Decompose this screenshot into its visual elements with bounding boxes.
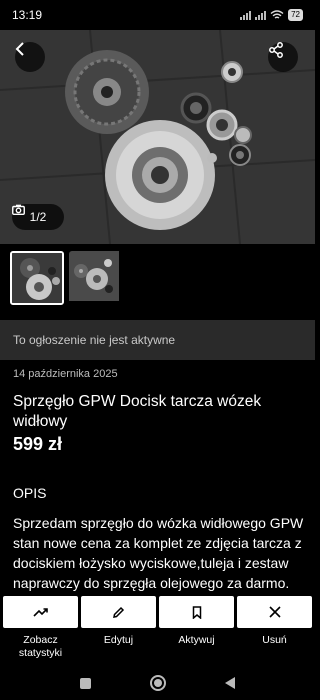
- close-icon: [268, 606, 281, 618]
- inactive-notice: To ogłoszenie nie jest aktywne: [0, 320, 315, 360]
- listing-price: 599 zł: [13, 434, 63, 454]
- activate-label: Aktywuj: [178, 634, 215, 646]
- stats-action: Zobacz statystyki: [3, 596, 78, 666]
- recent-apps-icon[interactable]: [79, 677, 91, 689]
- back-button[interactable]: [15, 42, 45, 72]
- photo-counter-text: 1/2: [29, 210, 47, 224]
- main-photo[interactable]: 1/2: [0, 30, 315, 244]
- edit-button[interactable]: [81, 596, 156, 628]
- edit-label: Edytuj: [103, 634, 134, 646]
- delete-action: Usuń: [237, 596, 312, 666]
- delete-button[interactable]: [237, 596, 312, 628]
- trending-up-icon: [32, 608, 48, 617]
- share-icon: [269, 42, 283, 58]
- pencil-icon: [113, 606, 125, 618]
- activate-button[interactable]: [159, 596, 234, 628]
- inactive-notice-text: To ogłoszenie nie jest aktywne: [13, 333, 176, 347]
- thumbnail-1[interactable]: [10, 251, 64, 305]
- wifi-icon: [270, 10, 284, 19]
- thumbnail-2-image: [69, 251, 119, 301]
- home-icon[interactable]: [149, 675, 166, 691]
- battery-indicator: 72: [288, 9, 303, 21]
- edit-action: Edytuj: [81, 596, 156, 666]
- status-icons: 72: [240, 9, 303, 21]
- share-button[interactable]: [268, 42, 298, 72]
- listing-title: Sprzęgło GPW Docisk tarcza wózek widłowy: [13, 393, 262, 430]
- signal-icon: [240, 10, 252, 20]
- signal-icon-2: [255, 10, 267, 20]
- activate-action: Aktywuj: [159, 596, 234, 666]
- back-triangle-icon[interactable]: [225, 677, 236, 689]
- thumbnail-2[interactable]: [69, 251, 123, 305]
- listing-description: Sprzedam sprzęgło do wózka widłowego GPW…: [13, 515, 304, 591]
- view-stats-button[interactable]: [3, 596, 78, 628]
- status-bar: 13:19 72: [0, 0, 315, 30]
- chevron-left-icon: [15, 42, 24, 56]
- thumbnail-1-image: [12, 253, 62, 303]
- delete-label: Usuń: [262, 634, 287, 646]
- view-stats-label: Zobacz statystyki: [18, 634, 63, 659]
- camera-icon: [12, 204, 25, 215]
- description-heading: OPIS: [13, 485, 47, 501]
- action-bar: Zobacz statystyki Edytuj Aktywuj Usuń: [0, 596, 315, 666]
- system-nav-bar: [0, 666, 315, 700]
- photo-counter[interactable]: 1/2: [12, 204, 64, 230]
- thumbnail-strip: [10, 251, 123, 305]
- listing-date: 14 października 2025: [13, 368, 118, 380]
- status-time: 13:19: [12, 8, 43, 22]
- bookmark-icon: [192, 605, 201, 619]
